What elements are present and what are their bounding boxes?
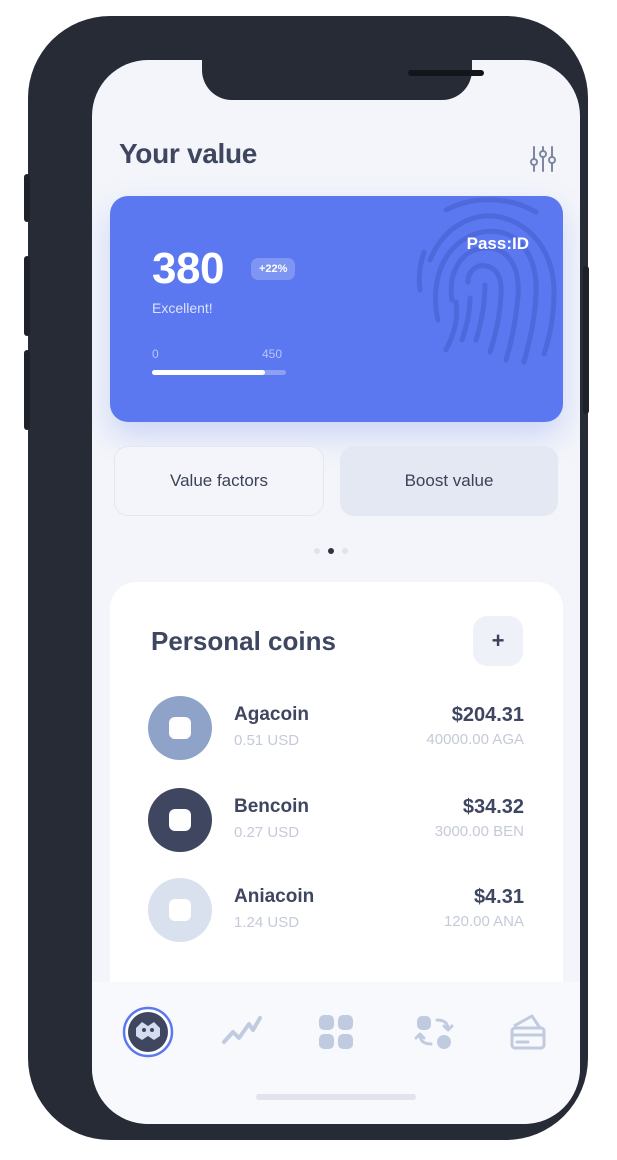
fingerprint-icon: [416, 197, 557, 365]
rating-label: Excellent!: [152, 300, 213, 316]
page-indicator: [314, 548, 348, 554]
change-badge: +22%: [251, 258, 296, 280]
trend-chart-icon[interactable]: [216, 1006, 268, 1058]
coin-holding: 40000.00 AGA: [426, 731, 524, 748]
side-button-mute: [24, 174, 30, 222]
section-title: Personal coins: [151, 626, 336, 656]
coin-holding: 120.00 ANA: [443, 913, 524, 930]
coin-usd-price: 0.27 USD: [234, 824, 300, 841]
home-indicator[interactable]: [256, 1094, 416, 1100]
card-icon[interactable]: [502, 1006, 554, 1058]
coin-row[interactable]: Aniacoin 1.24 USD $4.31 120.00 ANA: [148, 878, 524, 942]
page-dot[interactable]: [342, 548, 348, 554]
coin-holding: 3000.00 BEN: [434, 823, 524, 840]
coin-name: Aniacoin: [234, 886, 315, 907]
coin-name: Agacoin: [234, 704, 309, 725]
add-coin-button[interactable]: +: [473, 616, 523, 666]
range-min-label: 0: [152, 347, 159, 361]
app-screen: Your value Pass:ID 380 +22% Excellent! 0…: [92, 60, 580, 1124]
avatar-icon[interactable]: [122, 1006, 174, 1058]
page-dot[interactable]: [314, 548, 320, 554]
side-button-volume-down: [24, 350, 30, 430]
coin-value: $4.31: [473, 886, 524, 908]
coin-usd-price: 0.51 USD: [234, 732, 300, 749]
coin-value: $34.32: [462, 796, 524, 818]
sliders-icon[interactable]: [528, 144, 558, 174]
score-progress-track: [152, 370, 286, 375]
coin-usd-price: 1.24 USD: [234, 914, 300, 931]
page-title: Your value: [119, 138, 258, 169]
boost-value-button[interactable]: Boost value: [340, 446, 558, 516]
page-dot-active[interactable]: [328, 548, 334, 554]
pass-id-label: Pass:ID: [466, 234, 529, 253]
coin-name: Bencoin: [234, 796, 309, 817]
coin-icon: [148, 878, 212, 942]
coin-icon: [148, 788, 212, 852]
coin-row[interactable]: Agacoin 0.51 USD $204.31 40000.00 AGA: [148, 696, 524, 760]
notch: [202, 60, 484, 100]
side-button-power: [583, 266, 589, 414]
score-progress-fill: [152, 370, 266, 375]
side-button-volume-up: [24, 256, 30, 336]
score-card[interactable]: Pass:ID 380 +22% Excellent! 0 450: [110, 196, 563, 422]
exchange-icon[interactable]: [408, 1006, 460, 1058]
tab-bar: [92, 982, 580, 1124]
coin-value: $204.31: [451, 704, 524, 726]
grid-icon[interactable]: [310, 1006, 362, 1058]
range-max-label: 450: [262, 347, 283, 361]
value-factors-button[interactable]: Value factors: [114, 446, 324, 516]
personal-coins-panel: Personal coins + Agacoin 0.51 USD $204.3…: [110, 582, 563, 1042]
coin-icon: [148, 696, 212, 760]
speaker: [408, 70, 484, 76]
phone-frame: Your value Pass:ID 380 +22% Excellent! 0…: [24, 16, 589, 1140]
score-value: 380: [152, 244, 224, 293]
coin-row[interactable]: Bencoin 0.27 USD $34.32 3000.00 BEN: [148, 788, 524, 852]
